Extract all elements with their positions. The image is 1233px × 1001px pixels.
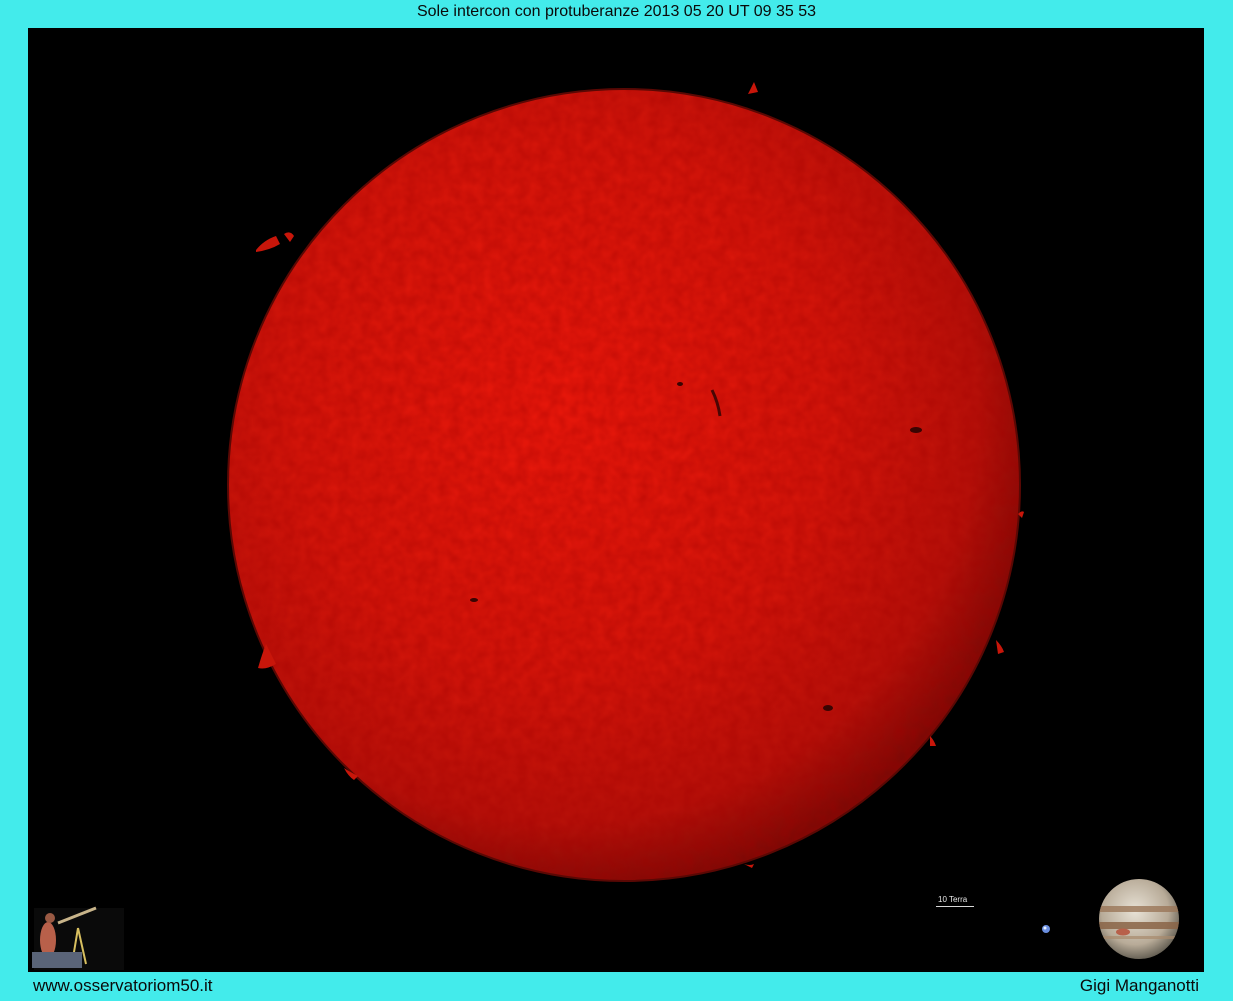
- jupiter-icon: [1099, 879, 1179, 959]
- observer-logo-icon: [32, 906, 124, 970]
- website-link[interactable]: www.osservatoriom50.it: [33, 976, 213, 996]
- image-title: Sole intercon con protuberanze 2013 05 2…: [416, 3, 817, 20]
- sun-image: [32, 82, 1179, 970]
- scale-label: 10 Terra: [938, 895, 968, 904]
- scale-bar: [936, 906, 974, 907]
- author-credit: Gigi Manganotti: [1079, 976, 1199, 995]
- earth-icon: [1042, 925, 1050, 933]
- sun-photo-frame: [28, 28, 1204, 972]
